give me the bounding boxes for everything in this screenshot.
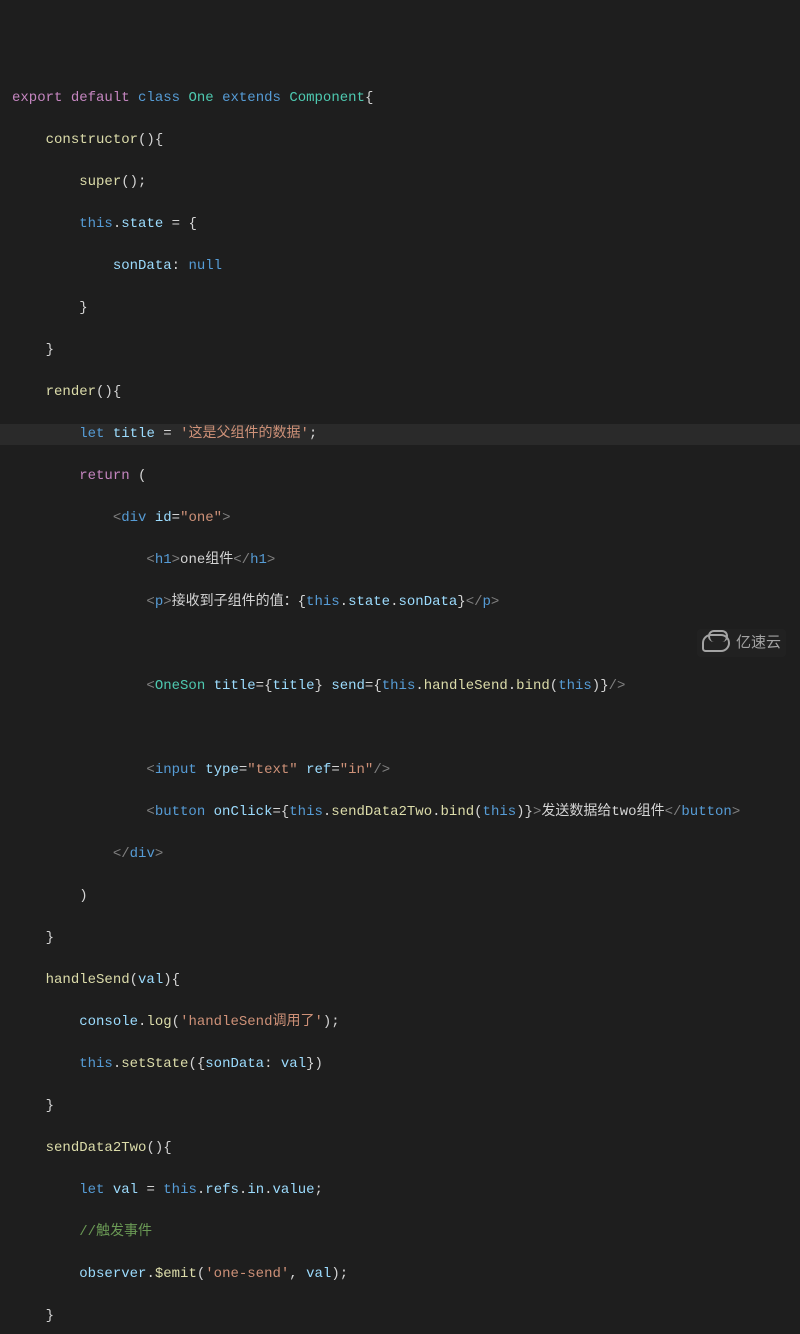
cloud-icon bbox=[702, 634, 730, 652]
code-line: console.log('handleSend调用了'); bbox=[0, 1012, 800, 1033]
code-line: <OneSon title={title} send={this.handleS… bbox=[0, 676, 800, 697]
code-line bbox=[0, 634, 800, 655]
code-line: <div id="one"> bbox=[0, 508, 800, 529]
code-line: this.setState({sonData: val}) bbox=[0, 1054, 800, 1075]
code-line: constructor(){ bbox=[0, 130, 800, 151]
code-line: return ( bbox=[0, 466, 800, 487]
code-line: sendData2Two(){ bbox=[0, 1138, 800, 1159]
code-line: handleSend(val){ bbox=[0, 970, 800, 991]
code-line: } bbox=[0, 1096, 800, 1117]
code-line-highlight: let title = '这是父组件的数据'; bbox=[0, 424, 800, 445]
code-line: } bbox=[0, 298, 800, 319]
code-line: //触发事件 bbox=[0, 1222, 800, 1243]
code-line: ) bbox=[0, 886, 800, 907]
code-line: export default class One extends Compone… bbox=[0, 88, 800, 109]
code-line: <button onClick={this.sendData2Two.bind(… bbox=[0, 802, 800, 823]
code-line bbox=[0, 718, 800, 739]
code-line: let val = this.refs.in.value; bbox=[0, 1180, 800, 1201]
code-line: super(); bbox=[0, 172, 800, 193]
code-line: observer.$emit('one-send', val); bbox=[0, 1264, 800, 1285]
code-line: sonData: null bbox=[0, 256, 800, 277]
code-line: this.state = { bbox=[0, 214, 800, 235]
watermark: 亿速云 bbox=[697, 629, 786, 658]
watermark-text: 亿速云 bbox=[736, 632, 781, 655]
code-line: } bbox=[0, 340, 800, 361]
code-line: } bbox=[0, 928, 800, 949]
code-line: </div> bbox=[0, 844, 800, 865]
code-line: <p>接收到子组件的值：{this.state.sonData}</p> bbox=[0, 592, 800, 613]
code-line: <input type="text" ref="in"/> bbox=[0, 760, 800, 781]
code-line: <h1>one组件</h1> bbox=[0, 550, 800, 571]
code-line: render(){ bbox=[0, 382, 800, 403]
code-line: } bbox=[0, 1306, 800, 1327]
